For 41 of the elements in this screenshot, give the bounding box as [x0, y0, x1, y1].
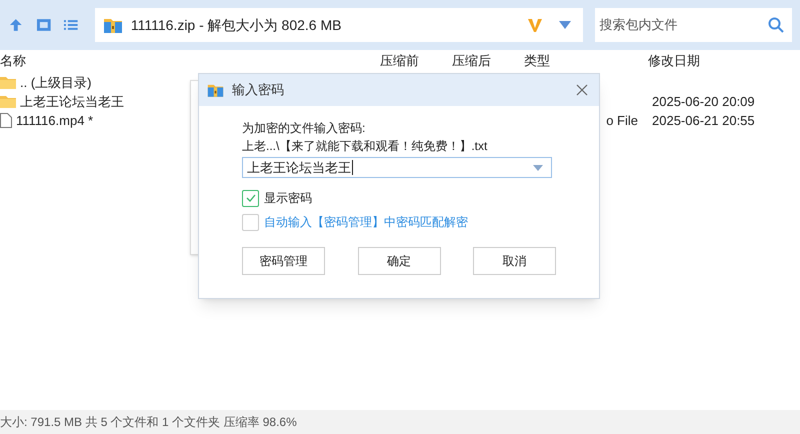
- dialog-title: 输入密码: [232, 81, 285, 100]
- search-icon[interactable]: [768, 17, 784, 33]
- file-name[interactable]: 111116.mp4 *: [16, 110, 94, 130]
- column-header[interactable]: 压缩后: [452, 53, 491, 68]
- column-header[interactable]: 类型: [524, 53, 550, 68]
- password-text: 上老王论坛当老王: [247, 160, 353, 175]
- folder-icon: [0, 95, 16, 108]
- column-header[interactable]: 修改日期: [648, 53, 700, 68]
- modified-date: 2025-06-20 20:09: [652, 94, 755, 109]
- thumbnail-view-icon[interactable]: [36, 17, 52, 33]
- checkmark-icon: [244, 192, 256, 204]
- dialog-button[interactable]: 密码管理: [242, 247, 325, 275]
- list-view-icon[interactable]: [63, 17, 79, 33]
- file-name[interactable]: .. (上级目录): [20, 72, 92, 92]
- file-path: 上老...\【来了就能下载和观看！纯免费！】.txt: [242, 138, 488, 155]
- search-placeholder: 搜索包内文件: [599, 16, 678, 34]
- checkbox[interactable]: [242, 214, 259, 230]
- dropdown-caret-icon[interactable]: [559, 21, 572, 29]
- dropdown-caret-icon[interactable]: [533, 164, 543, 170]
- search-field[interactable]: 搜索包内文件: [595, 8, 792, 42]
- dialog-button[interactable]: 取消: [473, 247, 556, 275]
- close-icon[interactable]: [576, 84, 588, 96]
- prompt-text: 为加密的文件输入密码:: [242, 120, 366, 137]
- column-header[interactable]: 压缩前: [380, 53, 419, 68]
- file-name[interactable]: 上老王论坛当老王: [20, 92, 124, 112]
- address-text: 111116.zip - 解包大小为 802.6 MB: [130, 16, 342, 35]
- option-label[interactable]: 显示密码: [264, 189, 312, 207]
- modified-date: 2025-06-21 20:55: [652, 112, 755, 128]
- archive-icon: [207, 82, 224, 98]
- folder-icon: [0, 76, 16, 89]
- address-bar[interactable]: 111116.zip - 解包大小为 802.6 MB: [94, 8, 584, 42]
- v-logo-icon[interactable]: [527, 17, 544, 33]
- file-type: o File: [606, 112, 638, 130]
- column-header[interactable]: 名称: [0, 53, 26, 68]
- password-field[interactable]: 上老王论坛当老王: [242, 157, 552, 178]
- archive-icon: [102, 16, 123, 34]
- up-arrow-icon[interactable]: [8, 17, 24, 33]
- option-link[interactable]: 自动输入【密码管理】中密码匹配解密: [264, 213, 468, 231]
- dialog-button[interactable]: 确定: [358, 247, 440, 275]
- status-text: 大小: 791.5 MB 共 5 个文件和 1 个文件夹 压缩率 98.6%: [0, 414, 297, 431]
- checkbox[interactable]: [242, 190, 259, 206]
